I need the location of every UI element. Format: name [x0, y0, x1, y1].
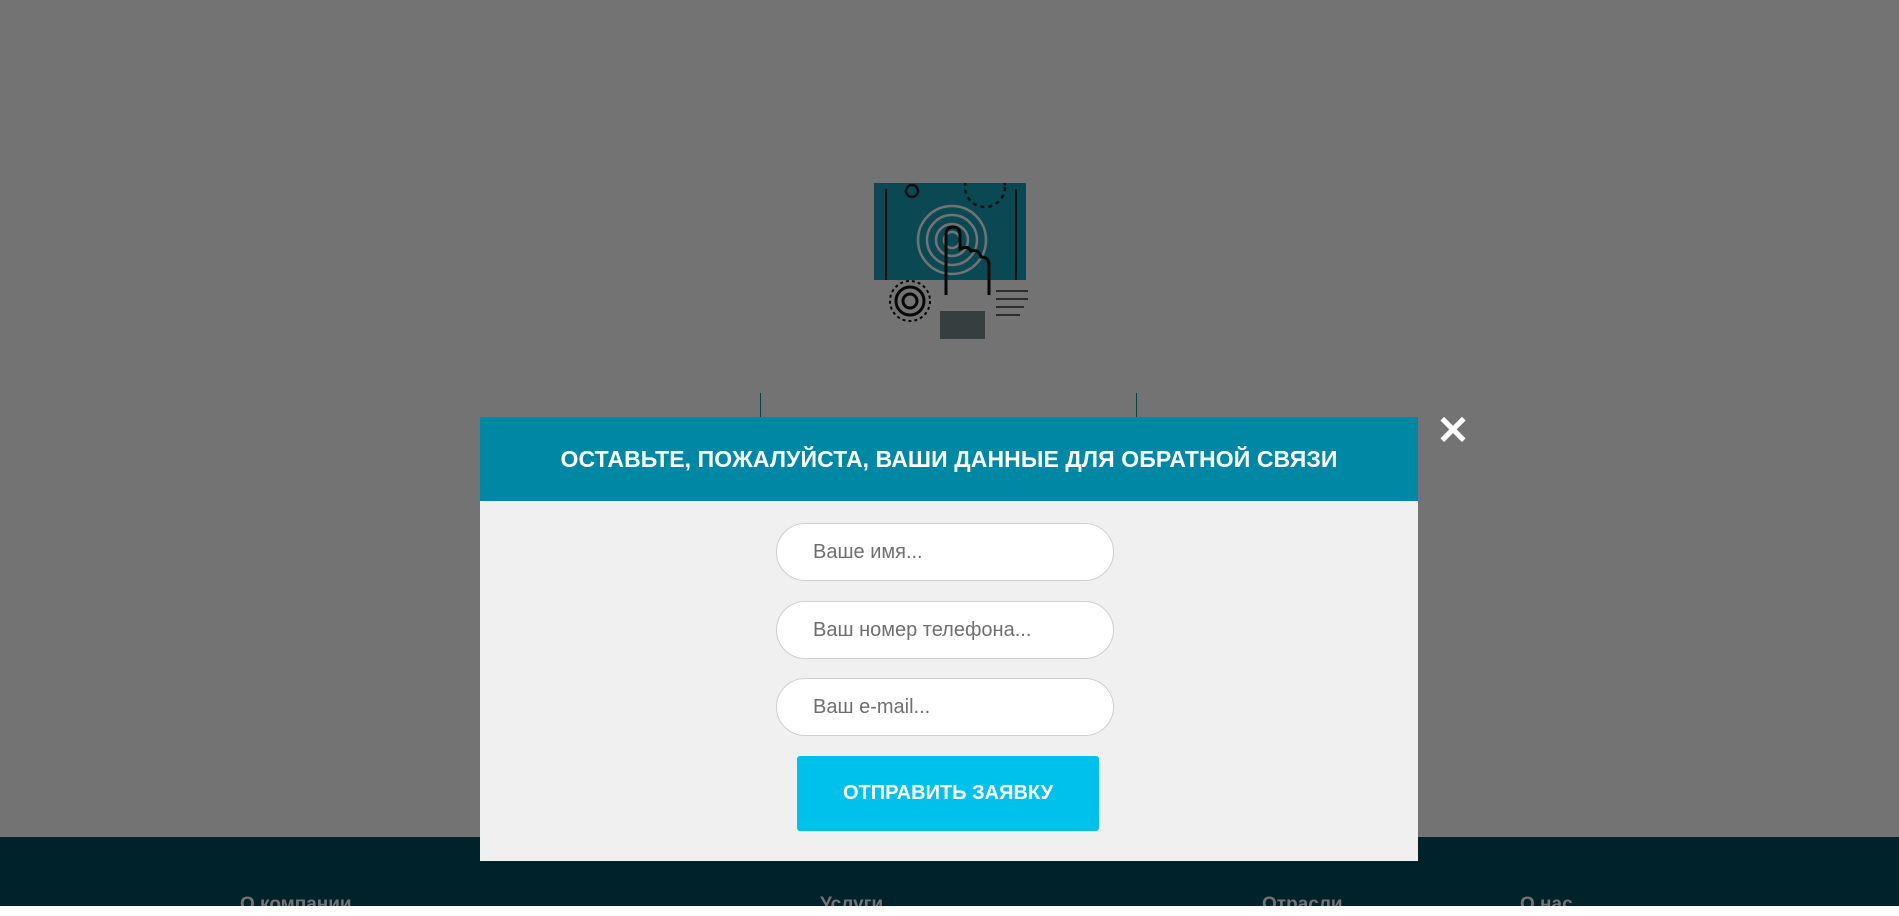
close-icon[interactable]: ✕: [1436, 411, 1470, 451]
modal-header: ОСТАВЬТЕ, ПОЖАЛУЙСТА, ВАШИ ДАННЫЕ ДЛЯ ОБ…: [480, 417, 1418, 501]
modal-title: ОСТАВЬТЕ, ПОЖАЛУЙСТА, ВАШИ ДАННЫЕ ДЛЯ ОБ…: [560, 445, 1338, 472]
email-input[interactable]: [776, 678, 1114, 736]
name-input[interactable]: [776, 523, 1114, 581]
phone-input[interactable]: [776, 601, 1114, 659]
submit-request-button[interactable]: ОТПРАВИТЬ ЗАЯВКУ: [797, 756, 1099, 831]
